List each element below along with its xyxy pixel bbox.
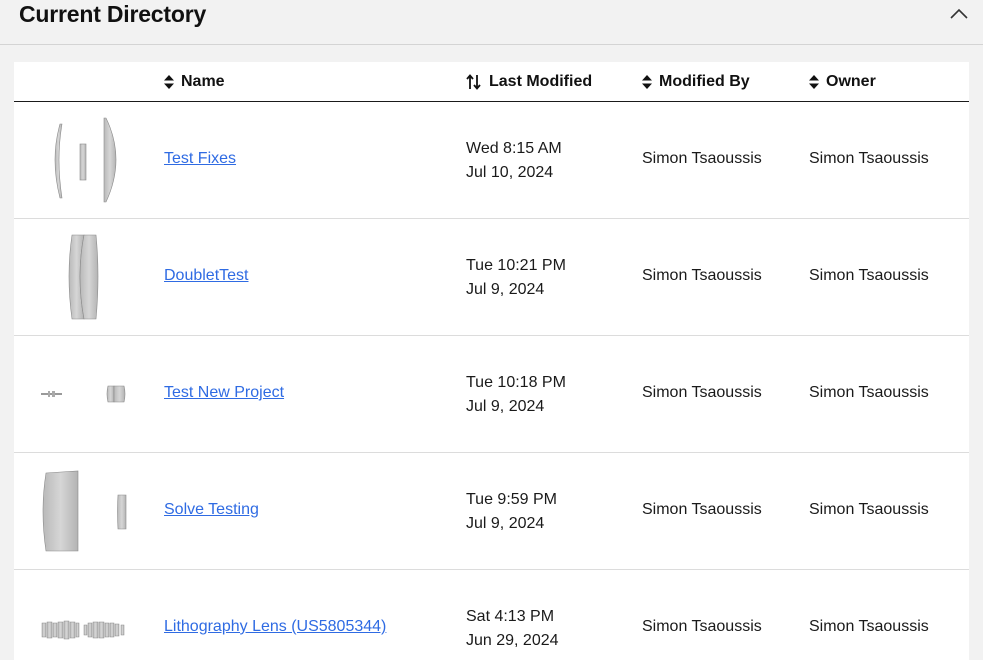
modified-by-cell: Simon Tsaoussis <box>642 267 762 284</box>
column-header-label: Name <box>181 73 225 90</box>
last-modified-cell: Sat 4:13 PM Jun 29, 2024 <box>466 605 559 653</box>
lens-system-thumbnail <box>38 231 132 321</box>
table-row[interactable]: Lithography Lens (US5805344) Sat 4:13 PM… <box>14 570 969 660</box>
lens-system-thumbnail <box>38 582 132 660</box>
last-modified-cell: Tue 9:59 PM Jul 9, 2024 <box>466 488 557 536</box>
lens-system-thumbnail <box>38 465 132 555</box>
sort-icon <box>809 75 819 89</box>
table-row[interactable]: DoubletTest Tue 10:21 PM Jul 9, 2024 Sim… <box>14 219 969 336</box>
last-modified-cell: Tue 10:21 PM Jul 9, 2024 <box>466 254 566 302</box>
column-header-label: Modified By <box>659 73 750 90</box>
modified-time: Tue 9:59 PM <box>466 491 558 508</box>
directory-header: Current Directory <box>0 0 983 45</box>
modified-by-cell: Simon Tsaoussis <box>642 150 762 167</box>
lens-system-thumbnail <box>38 114 132 204</box>
modified-by-cell: Simon Tsaoussis <box>642 618 762 635</box>
column-header-modified-by[interactable]: Modified By <box>642 71 750 93</box>
table-row[interactable]: Solve Testing Tue 9:59 PM Jul 9, 2024 Si… <box>14 453 969 570</box>
file-name-link[interactable]: Test New Project <box>164 384 284 402</box>
column-header-label: Last Modified <box>489 73 593 90</box>
table-row[interactable]: Test New Project Tue 10:18 PM Jul 9, 202… <box>14 336 969 453</box>
column-header-owner[interactable]: Owner <box>809 71 876 93</box>
sort-icon <box>164 75 174 89</box>
file-name-link[interactable]: Solve Testing <box>164 501 259 519</box>
lens-system-thumbnail <box>38 348 132 438</box>
owner-cell: Simon Tsaoussis <box>809 384 929 401</box>
owner-cell: Simon Tsaoussis <box>809 501 929 518</box>
modified-date: Jul 9, 2024 <box>466 281 545 298</box>
file-name-link[interactable]: Lithography Lens (US5805344) <box>164 618 386 636</box>
page-title: Current Directory <box>19 1 207 27</box>
column-header-name[interactable]: Name <box>164 71 225 93</box>
modified-time: Wed 8:15 AM <box>466 140 562 157</box>
chevron-up-icon[interactable] <box>948 5 970 23</box>
modified-date: Jul 10, 2024 <box>466 164 554 181</box>
last-modified-cell: Wed 8:15 AM Jul 10, 2024 <box>466 137 562 185</box>
modified-date: Jun 29, 2024 <box>466 632 559 649</box>
modified-date: Jul 9, 2024 <box>466 515 545 532</box>
directory-table: Name Last Modified Modified By Owner Tes… <box>14 62 969 660</box>
modified-time: Tue 10:21 PM <box>466 257 566 274</box>
modified-by-cell: Simon Tsaoussis <box>642 501 762 518</box>
column-header-label: Owner <box>826 73 876 90</box>
modified-date: Jul 9, 2024 <box>466 398 545 415</box>
last-modified-cell: Tue 10:18 PM Jul 9, 2024 <box>466 371 566 419</box>
sort-icon <box>642 75 652 89</box>
file-name-link[interactable]: DoubletTest <box>164 267 249 285</box>
owner-cell: Simon Tsaoussis <box>809 618 929 635</box>
table-row[interactable]: Test Fixes Wed 8:15 AM Jul 10, 2024 Simo… <box>14 102 969 219</box>
modified-time: Tue 10:18 PM <box>466 374 566 391</box>
modified-time: Sat 4:13 PM <box>466 608 555 625</box>
sort-ascending-icon <box>466 74 482 90</box>
column-header-last-modified[interactable]: Last Modified <box>466 71 592 93</box>
file-name-link[interactable]: Test Fixes <box>164 150 236 168</box>
owner-cell: Simon Tsaoussis <box>809 150 929 167</box>
owner-cell: Simon Tsaoussis <box>809 267 929 284</box>
modified-by-cell: Simon Tsaoussis <box>642 384 762 401</box>
table-header: Name Last Modified Modified By Owner <box>14 62 969 102</box>
